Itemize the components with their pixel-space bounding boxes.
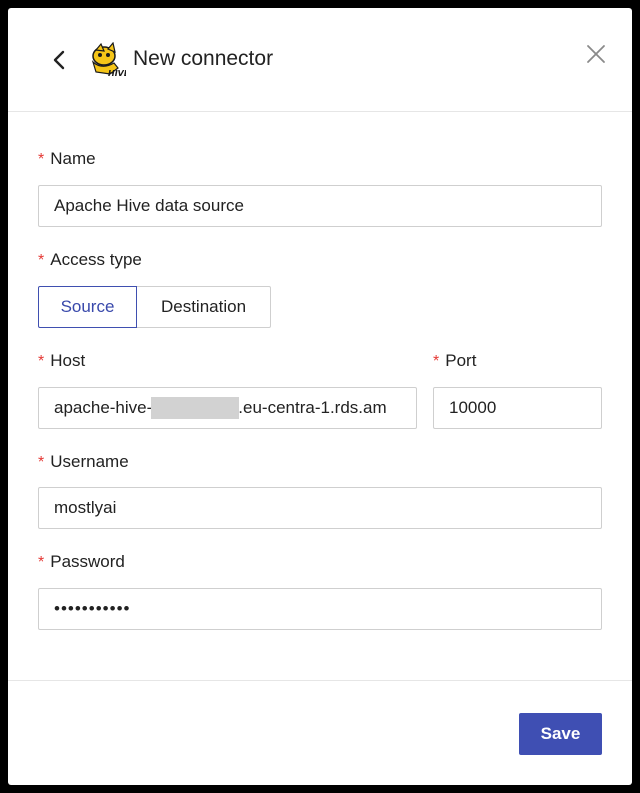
chevron-left-icon[interactable] bbox=[46, 46, 74, 74]
save-button[interactable]: Save bbox=[519, 713, 602, 755]
password-input[interactable]: ••••••••••• bbox=[38, 588, 602, 630]
password-label: * Password bbox=[38, 551, 125, 574]
host-value-prefix: apache-hive- bbox=[54, 398, 153, 417]
required-marker: * bbox=[433, 353, 440, 370]
username-label: * Username bbox=[38, 451, 129, 474]
username-label-text: Username bbox=[50, 452, 129, 471]
port-label: * Port bbox=[433, 350, 476, 373]
access-type-destination-button[interactable]: Destination bbox=[136, 286, 271, 328]
host-label: * Host bbox=[38, 350, 85, 373]
required-marker: * bbox=[38, 353, 45, 370]
required-marker: * bbox=[38, 554, 45, 571]
hive-logo-text: HIVE bbox=[108, 69, 126, 78]
new-connector-dialog: HIVE New connector * Name Apache Hive dat… bbox=[8, 8, 632, 785]
username-input[interactable]: mostlyai bbox=[38, 487, 602, 529]
name-label-text: Name bbox=[50, 149, 96, 168]
required-marker: * bbox=[38, 454, 45, 471]
required-marker: * bbox=[38, 151, 45, 168]
close-icon[interactable] bbox=[583, 41, 609, 67]
access-type-label: * Access type bbox=[38, 249, 142, 272]
name-label: * Name bbox=[38, 148, 96, 171]
apache-hive-logo: HIVE bbox=[91, 42, 126, 78]
footer-divider bbox=[8, 680, 632, 681]
password-input-value: ••••••••••• bbox=[54, 599, 131, 618]
name-input-value: Apache Hive data source bbox=[54, 196, 244, 215]
host-label-text: Host bbox=[50, 351, 86, 370]
port-input[interactable]: 10000 bbox=[433, 387, 602, 429]
name-input[interactable]: Apache Hive data source bbox=[38, 185, 602, 227]
port-input-value: 10000 bbox=[449, 398, 497, 417]
redacted-block bbox=[151, 396, 240, 419]
dialog-header: HIVE New connector bbox=[8, 8, 632, 112]
port-label-text: Port bbox=[445, 351, 477, 370]
access-type-label-text: Access type bbox=[50, 250, 142, 269]
access-type-source-button[interactable]: Source bbox=[38, 286, 137, 328]
required-marker: * bbox=[38, 252, 45, 269]
page-title: New connector bbox=[133, 47, 274, 70]
host-input[interactable]: apache-hive- .eu-centra-1.rds.am bbox=[38, 387, 417, 429]
host-value-suffix: .eu-centra-1.rds.am bbox=[238, 398, 387, 417]
username-input-value: mostlyai bbox=[54, 498, 117, 517]
password-label-text: Password bbox=[50, 552, 125, 571]
